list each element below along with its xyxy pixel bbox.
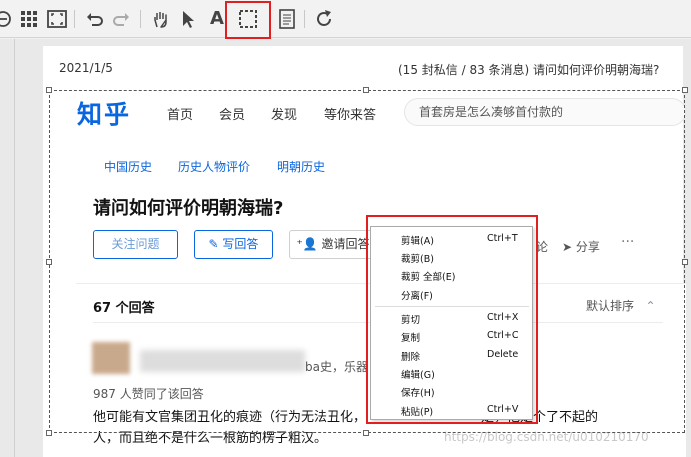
grid-icon[interactable]: [18, 8, 40, 30]
hand-tool-icon[interactable]: [150, 8, 172, 30]
resize-handle[interactable]: [363, 87, 369, 93]
ruler-line: [14, 39, 15, 457]
fit-screen-icon[interactable]: [46, 8, 68, 30]
zoom-out-icon[interactable]: [0, 8, 14, 30]
toolbar-separator: [304, 10, 305, 28]
undo-icon[interactable]: [84, 8, 106, 30]
resize-handle[interactable]: [46, 430, 52, 436]
page-date: 2021/1/5: [59, 61, 113, 75]
resize-handle[interactable]: [46, 259, 52, 265]
pointer-icon[interactable]: [177, 8, 199, 30]
page-header-title: (15 封私信 / 83 条消息) 请问如何评价明朝海瑞?: [398, 63, 660, 77]
resize-handle[interactable]: [682, 259, 688, 265]
toolbar: A: [0, 0, 691, 38]
refresh-icon[interactable]: [313, 8, 335, 30]
notes-icon[interactable]: [276, 8, 298, 30]
redo-icon[interactable]: [110, 8, 132, 30]
resize-handle[interactable]: [682, 87, 688, 93]
resize-handle[interactable]: [46, 87, 52, 93]
resize-handle[interactable]: [363, 430, 369, 436]
selection-tool-highlight: [225, 1, 271, 39]
toolbar-separator: [74, 10, 75, 28]
toolbar-separator: [140, 10, 141, 28]
context-menu-highlight: [366, 215, 538, 424]
